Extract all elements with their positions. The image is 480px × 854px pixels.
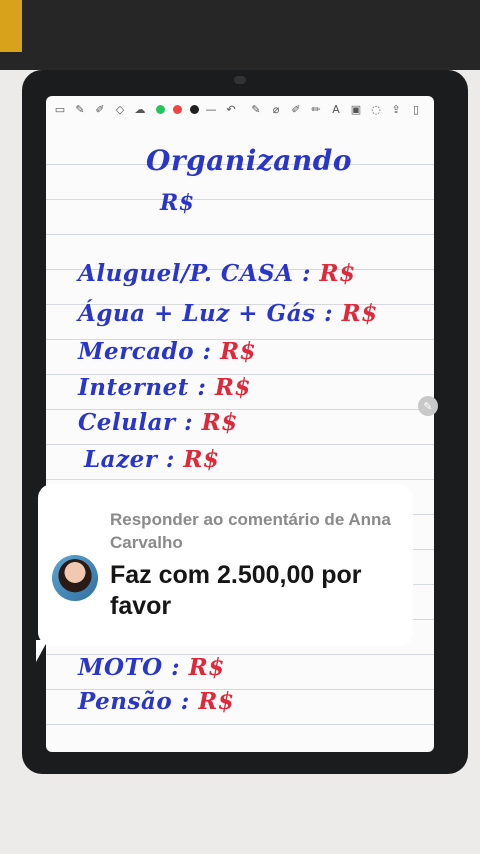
note-item: Mercado : R$ — [78, 338, 256, 365]
highlighter-icon[interactable]: ✏ — [308, 101, 324, 117]
note-item-value: R$ — [201, 409, 238, 436]
edit-icon[interactable]: ✎ — [418, 396, 438, 416]
note-item-label: Mercado : — [78, 338, 212, 365]
note-item-label: Lazer : — [84, 446, 175, 473]
note-item: MOTO : R$ — [78, 654, 225, 681]
note-item-value: R$ — [341, 300, 378, 327]
color-red-swatch[interactable] — [173, 104, 182, 114]
pen-icon[interactable]: ✎ — [72, 101, 88, 117]
marker-tool-icon[interactable]: ✐ — [288, 101, 304, 117]
note-item: Lazer : R$ — [84, 446, 220, 473]
marker-icon[interactable]: ✐ — [92, 101, 108, 117]
color-green-swatch[interactable] — [156, 104, 165, 114]
note-item: Pensão : R$ — [78, 688, 234, 715]
note-item-label: MOTO : — [78, 654, 181, 681]
undo-icon[interactable]: ↶ — [223, 101, 239, 117]
lasso-icon[interactable]: ◌ — [368, 101, 384, 117]
pen-tool-icon[interactable]: ✎ — [248, 101, 264, 117]
delete-icon[interactable]: ▯ — [408, 101, 424, 117]
image-icon[interactable]: ▣ — [348, 101, 364, 117]
note-item: Internet : R$ — [78, 374, 251, 401]
reply-header: Responder ao comentário de Anna Carvalho — [110, 510, 391, 552]
comment-text: Faz com 2.500,00 por favor — [110, 561, 362, 620]
shape-icon[interactable]: ☁ — [132, 101, 148, 117]
note-item-value: R$ — [214, 374, 251, 401]
note-item-label: Pensão : — [78, 688, 190, 715]
notes-app-screen: ▭ ✎ ✐ ◇ ☁ — ↶ ✎ ⌀ ✐ ✏ A ▣ ◌ ⇪ ▯ Organiza… — [46, 96, 434, 752]
note-item-value: R$ — [198, 688, 235, 715]
note-currency: R$ — [160, 190, 195, 216]
notes-toolbar: ▭ ✎ ✐ ◇ ☁ — ↶ ✎ ⌀ ✐ ✏ A ▣ ◌ ⇪ ▯ — [46, 96, 434, 122]
avatar[interactable] — [52, 555, 98, 601]
background-object — [0, 0, 22, 52]
note-title: Organizando — [146, 144, 353, 177]
share-icon[interactable]: ⇪ — [388, 101, 404, 117]
sidebar-icon[interactable]: ▭ — [52, 101, 68, 117]
text-icon[interactable]: A — [328, 101, 344, 117]
note-item-value: R$ — [183, 446, 220, 473]
eraser-icon[interactable]: ◇ — [112, 101, 128, 117]
note-item-value: R$ — [319, 260, 356, 287]
brush-icon[interactable]: ⌀ — [268, 101, 284, 117]
comment-bubble-tail — [36, 640, 48, 662]
note-item-value: R$ — [188, 654, 225, 681]
background-top — [0, 0, 480, 70]
note-item: Celular : R$ — [78, 409, 238, 436]
note-item-value: R$ — [220, 338, 257, 365]
note-item-label: Celular : — [78, 409, 194, 436]
note-item: Aluguel/P. CASA : R$ — [78, 260, 356, 287]
note-item-label: Água + Luz + Gás : — [78, 300, 334, 327]
color-black-swatch[interactable] — [190, 104, 199, 114]
note-item-label: Internet : — [78, 374, 207, 401]
tablet-camera — [234, 76, 246, 84]
stroke-width-icon[interactable]: — — [203, 101, 219, 117]
note-item-label: Aluguel/P. CASA : — [78, 260, 311, 287]
note-item: Água + Luz + Gás : R$ — [78, 300, 378, 327]
